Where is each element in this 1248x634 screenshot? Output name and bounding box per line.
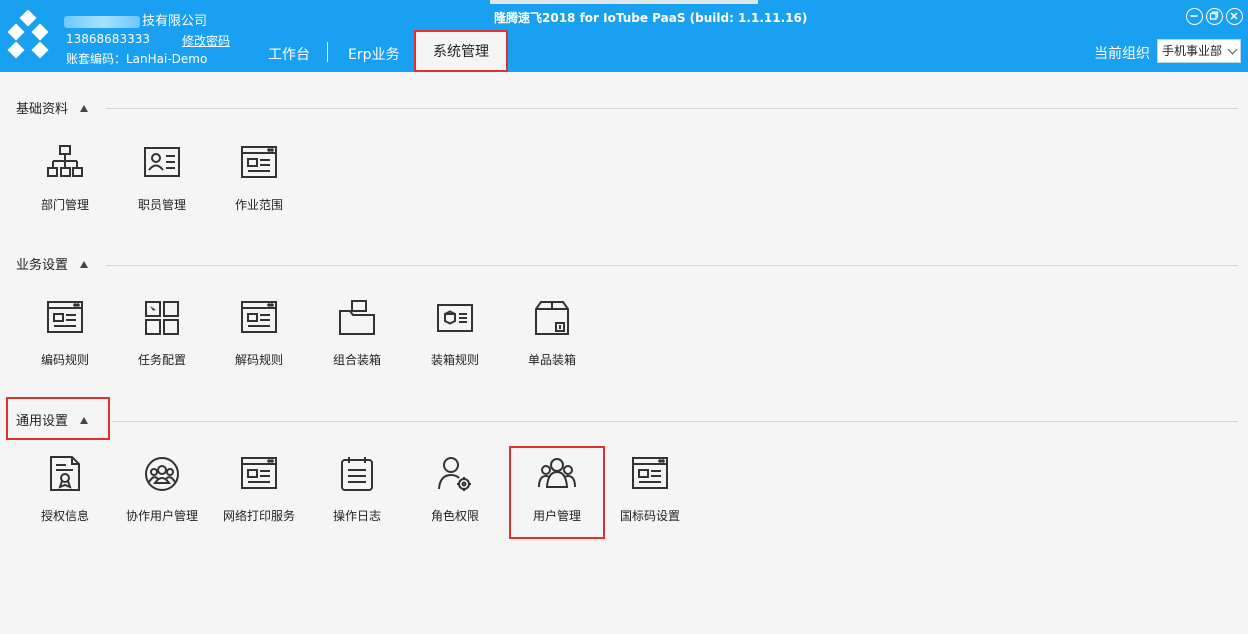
user-phone: 13868683333 <box>66 32 150 46</box>
tile-label: 操作日志 <box>332 509 381 523</box>
nav-tab-system-management-label: 系统管理 <box>433 44 489 60</box>
app-title: 隆腾速飞2018 for IoTube PaaS (build: 1.1.11.… <box>494 11 808 25</box>
title-tab-strip <box>490 0 758 4</box>
group-circle-icon <box>143 455 181 493</box>
chevron-down-icon <box>1227 44 1238 55</box>
tile-encoding-rules[interactable]: 编码规则 <box>17 299 113 379</box>
close-icon[interactable] <box>1226 8 1243 25</box>
tile-network-print-service[interactable]: 网络打印服务 <box>211 455 307 535</box>
company-name: 技有限公司 <box>64 10 207 29</box>
id-card-icon <box>143 144 181 182</box>
tile-operation-log[interactable]: 操作日志 <box>309 455 405 535</box>
company-name-redacted <box>64 15 140 28</box>
tile-collab-user-management[interactable]: 协作用户管理 <box>114 455 210 535</box>
section-divider <box>106 108 1238 109</box>
account-code: 账套编码：LanHai-Demo <box>66 52 208 66</box>
tile-staff-management[interactable]: 职员管理 <box>114 144 210 224</box>
certificate-icon <box>46 455 84 493</box>
window-form-icon <box>240 455 278 493</box>
tile-packing-rules[interactable]: 装箱规则 <box>407 299 503 379</box>
tile-department-management[interactable]: 部门管理 <box>17 144 113 224</box>
window-form-icon <box>240 144 278 182</box>
tile-label: 任务配置 <box>137 353 186 367</box>
window-form-icon <box>631 455 669 493</box>
tile-combined-packing[interactable]: 组合装箱 <box>309 299 405 379</box>
tile-label: 编码规则 <box>40 353 89 367</box>
package-icon <box>533 299 571 337</box>
tile-license-info[interactable]: 授权信息 <box>17 455 113 535</box>
section-divider <box>112 421 1238 422</box>
collapse-triangle-icon <box>80 105 89 112</box>
app-logo-icon <box>7 10 49 59</box>
tile-work-scope[interactable]: 作业范围 <box>211 144 307 224</box>
layout-grid-icon <box>143 299 181 337</box>
section-title-general-settings[interactable]: 通用设置 <box>16 410 89 429</box>
section-title-basic-data[interactable]: 基础资料 <box>16 98 89 117</box>
section-title-text: 业务设置 <box>16 258 69 273</box>
minimize-icon[interactable] <box>1186 8 1203 25</box>
tile-label: 作业范围 <box>234 198 283 212</box>
current-org-label: 当前组织 <box>1094 46 1150 62</box>
tile-label: 组合装箱 <box>332 353 381 367</box>
section-divider <box>106 265 1238 266</box>
folder-box-icon <box>338 299 376 337</box>
tile-label: 国标码设置 <box>619 509 680 523</box>
section-title-text: 通用设置 <box>16 414 69 429</box>
tile-decoding-rules[interactable]: 解码规则 <box>211 299 307 379</box>
section-title-text: 基础资料 <box>16 102 69 117</box>
section-title-business-settings[interactable]: 业务设置 <box>16 254 89 273</box>
org-chart-icon <box>46 144 84 182</box>
window-form-icon <box>46 299 84 337</box>
nav-divider <box>327 42 328 62</box>
change-password-link[interactable]: 修改密码 <box>182 32 230 49</box>
users-icon <box>538 455 576 493</box>
tile-label: 装箱规则 <box>430 353 479 367</box>
nav-tab-erp[interactable]: Erp业务 <box>348 44 400 64</box>
collapse-triangle-icon <box>80 261 89 268</box>
tile-single-item-packing[interactable]: 单品装箱 <box>504 299 600 379</box>
window-form-icon <box>240 299 278 337</box>
nav-tab-system-management[interactable]: 系统管理 <box>414 30 508 72</box>
tile-label: 角色权限 <box>430 509 479 523</box>
restore-icon[interactable] <box>1206 8 1223 25</box>
org-select-value: 手机事业部 <box>1162 44 1223 58</box>
box-card-icon <box>436 299 474 337</box>
tile-label: 部门管理 <box>40 198 89 212</box>
calendar-log-icon <box>338 455 376 493</box>
org-select[interactable]: 手机事业部 <box>1157 39 1241 63</box>
tile-label: 职员管理 <box>137 198 186 212</box>
collapse-triangle-icon <box>80 417 89 424</box>
company-name-text: 技有限公司 <box>142 14 208 29</box>
tile-label: 用户管理 <box>532 509 581 523</box>
tile-label: 协作用户管理 <box>125 509 198 523</box>
user-gear-icon <box>436 455 474 493</box>
tile-task-config[interactable]: 任务配置 <box>114 299 210 379</box>
tile-label: 授权信息 <box>40 509 89 523</box>
tile-user-management[interactable]: 用户管理 <box>509 455 605 535</box>
tile-label: 解码规则 <box>234 353 283 367</box>
top-bar: 技有限公司 13868683333 修改密码 账套编码：LanHai-Demo … <box>0 0 1248 72</box>
tile-label: 单品装箱 <box>527 353 576 367</box>
tile-role-permissions[interactable]: 角色权限 <box>407 455 503 535</box>
tile-national-code-settings[interactable]: 国标码设置 <box>602 455 698 535</box>
tile-label: 网络打印服务 <box>222 509 295 523</box>
nav-tab-workbench[interactable]: 工作台 <box>268 44 310 64</box>
